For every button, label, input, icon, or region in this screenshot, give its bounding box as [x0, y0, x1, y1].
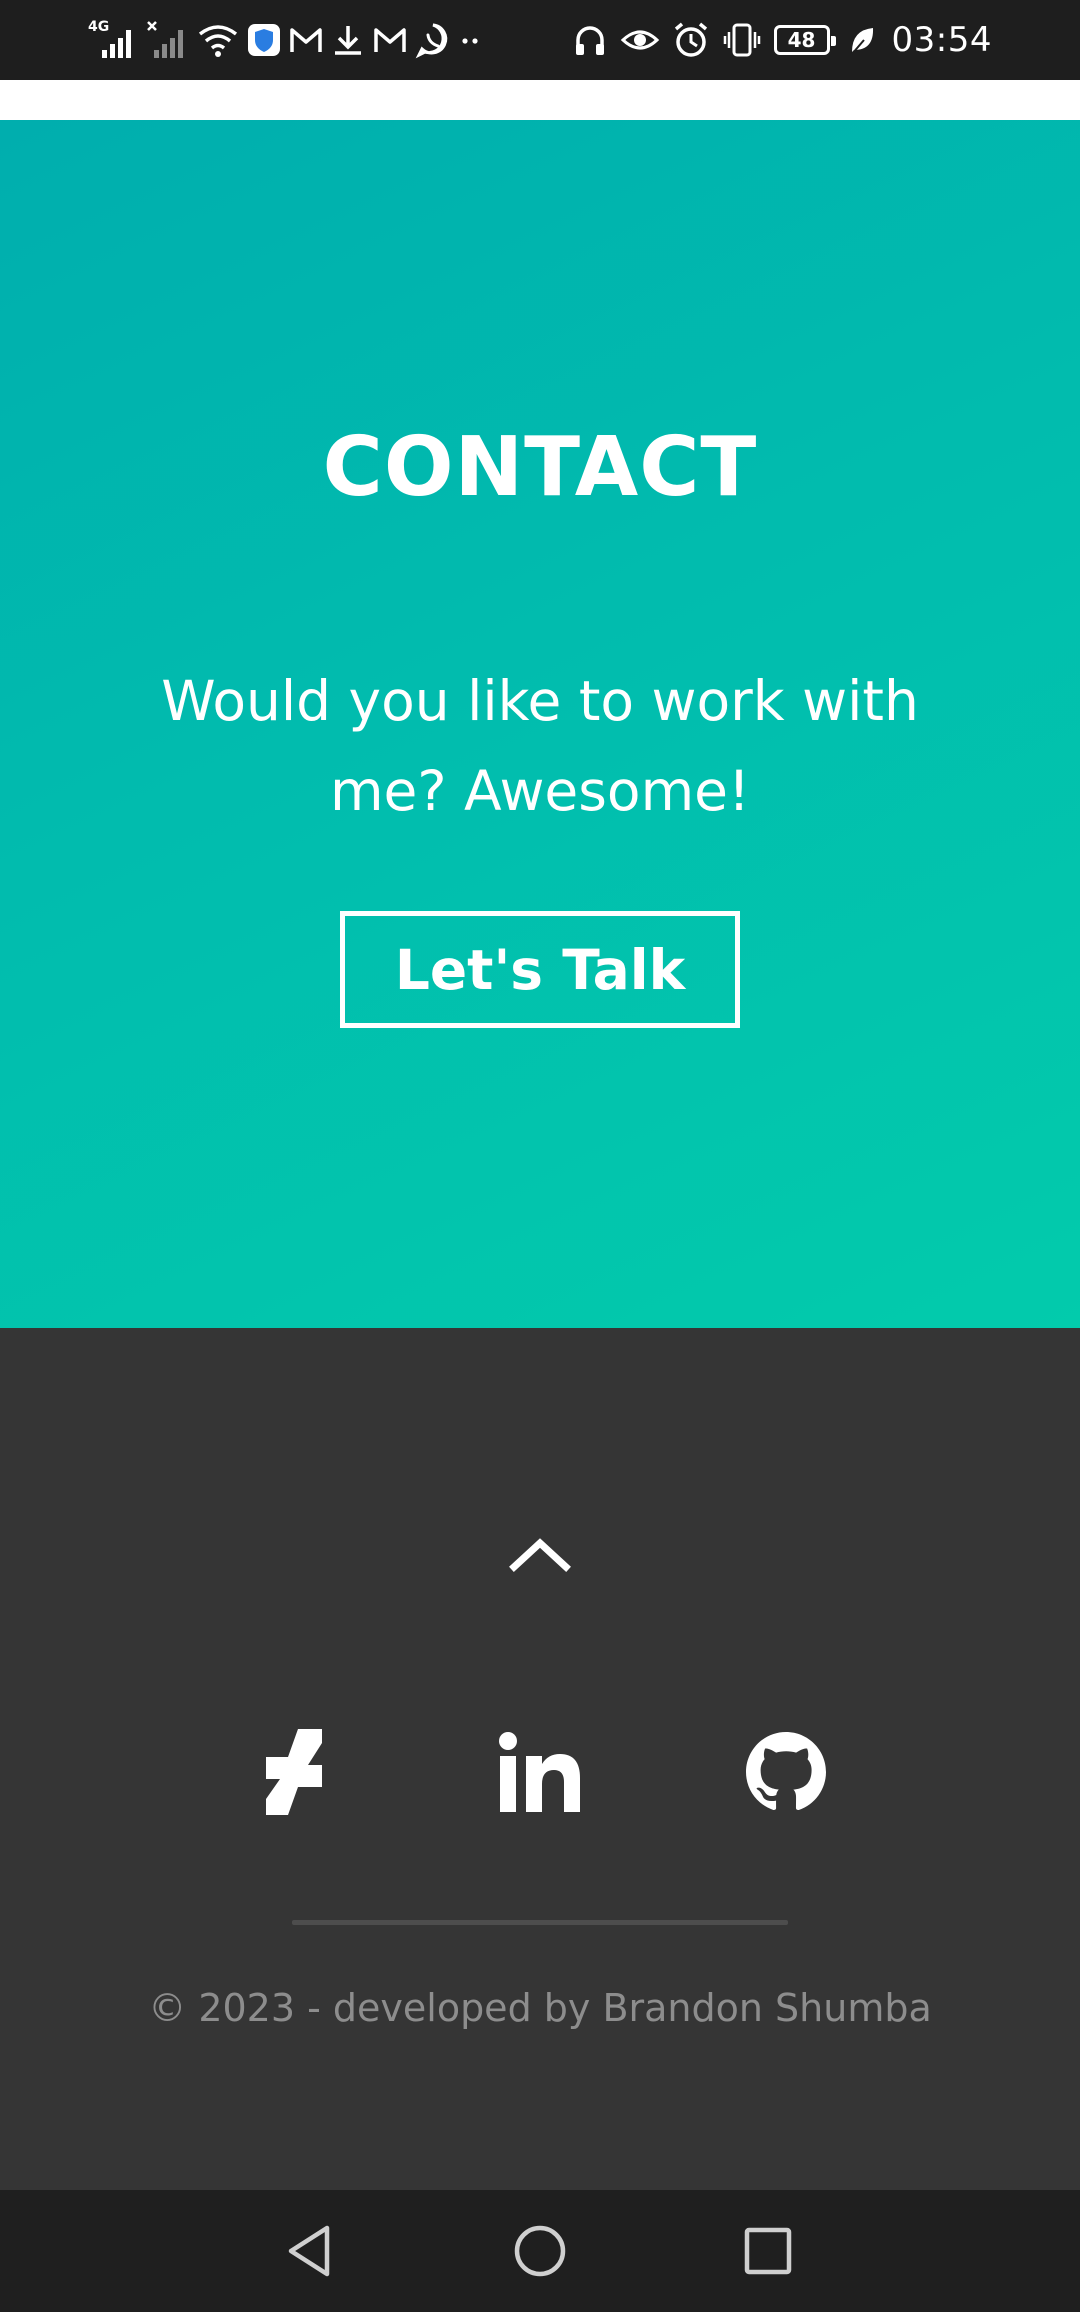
navigation-bar — [0, 2190, 1080, 2312]
status-bar-left: 4G — [88, 0, 484, 80]
chevron-up-icon[interactable] — [508, 1531, 572, 1575]
contact-text: Would you like to work with me? Awesome! — [161, 669, 919, 823]
copyright-text: © 2023 - developed by Brandon Shumba — [148, 1986, 932, 2030]
footer: © 2023 - developed by Brandon Shumba — [0, 1328, 1080, 2190]
signal-4g-icon: 4G — [88, 18, 140, 62]
contact-title: CONTACT — [322, 420, 758, 515]
back-button[interactable] — [280, 2221, 340, 2281]
back-icon — [288, 2225, 330, 2277]
linkedin-icon — [499, 1732, 580, 1812]
network-type-label: 4G — [88, 19, 110, 35]
signal-nosim-icon — [147, 21, 183, 58]
battery-icon: 48 — [773, 25, 836, 55]
battery-level: 48 — [787, 28, 816, 52]
recents-button[interactable] — [738, 2221, 798, 2281]
wifi-icon — [198, 25, 238, 57]
download-icon — [335, 26, 361, 55]
alarm-icon — [674, 22, 707, 57]
page-top-strip — [0, 80, 1080, 120]
gmail-icon — [290, 28, 322, 52]
status-bar: 4G 48 03:54 — [0, 0, 1080, 80]
github-link[interactable] — [736, 1722, 836, 1822]
shield-app-icon — [248, 24, 280, 56]
vibrate-icon — [723, 23, 760, 57]
home-icon — [514, 2225, 566, 2277]
lets-talk-button[interactable]: Let's Talk — [340, 911, 740, 1028]
more-dots-icon — [462, 38, 478, 44]
headphones-icon — [575, 26, 604, 55]
footer-divider — [292, 1920, 788, 1925]
whatsapp-icon — [415, 23, 448, 59]
github-icon — [746, 1732, 826, 1811]
leaf-icon — [850, 28, 873, 55]
eye-comfort-icon — [620, 30, 659, 50]
linkedin-link[interactable] — [490, 1722, 590, 1822]
clock: 03:54 — [891, 20, 992, 60]
deviantart-link[interactable] — [244, 1722, 344, 1822]
home-button[interactable] — [510, 2221, 570, 2281]
gmail-icon — [374, 28, 406, 52]
status-bar-right: 48 03:54 — [572, 0, 992, 80]
deviantart-icon — [266, 1729, 322, 1815]
contact-section: CONTACT Would you like to work with me? … — [0, 120, 1080, 1328]
recents-icon — [744, 2227, 792, 2275]
phone-screen: 4G 48 03:54 CONTACT Would you like to wo… — [0, 0, 1080, 2312]
